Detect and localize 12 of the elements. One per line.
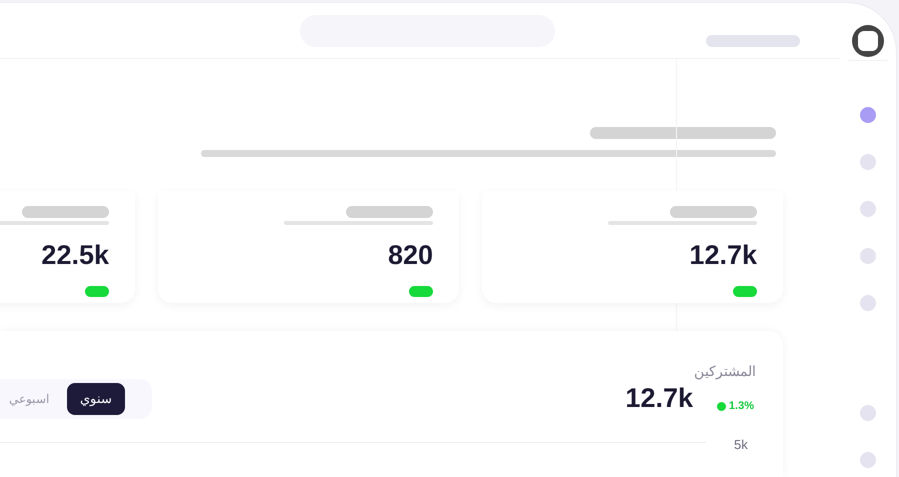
stat-value: 12.7k: [689, 239, 757, 272]
avatar-icon[interactable]: [852, 25, 884, 57]
card-title: المشتركين: [694, 362, 756, 382]
axis-label: 5k: [734, 436, 748, 454]
period-tab[interactable]: سنوي: [67, 383, 125, 415]
subscribers-value: 12.7k: [625, 382, 693, 415]
change-badge: [409, 286, 433, 297]
change-badge: [85, 286, 109, 297]
stat-value: 22.5k: [41, 239, 109, 272]
change-badge: [733, 286, 757, 297]
change-percent: 1.3%: [728, 399, 754, 414]
stat-value: 820: [388, 239, 433, 272]
